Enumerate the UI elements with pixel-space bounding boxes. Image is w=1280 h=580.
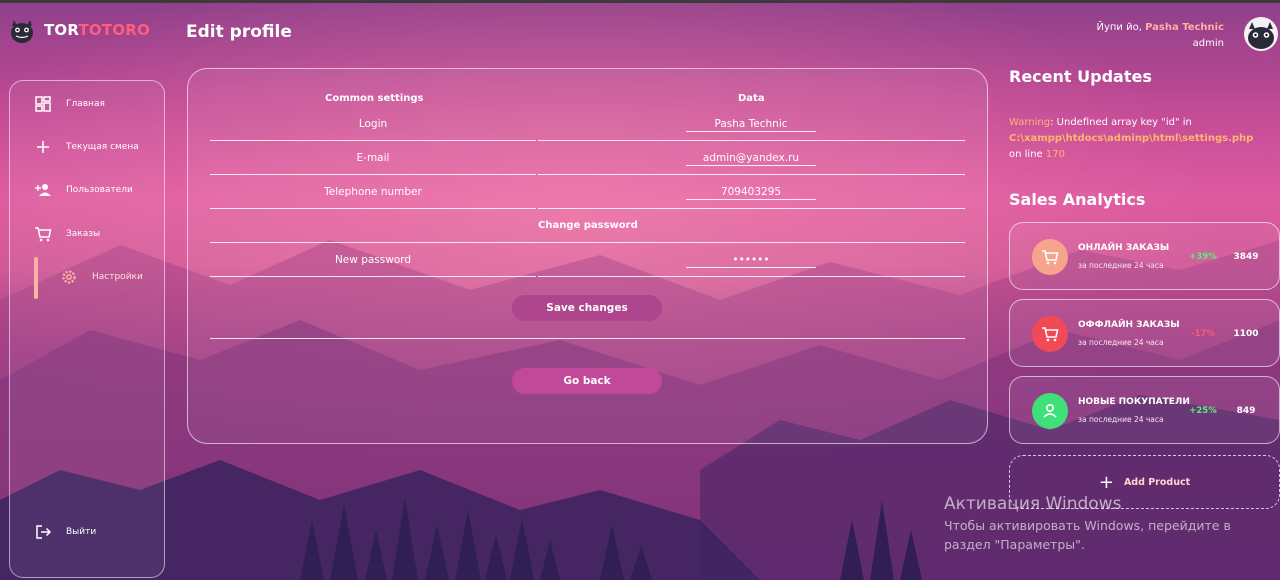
top-border <box>0 0 1280 3</box>
brand-name-part1: TOR <box>44 21 79 39</box>
plus-icon: + <box>1098 471 1114 493</box>
warning-prefix: Warning <box>1009 117 1051 128</box>
stat-value: 849 <box>1236 406 1256 416</box>
column-header-common-settings: Common settings <box>325 93 424 104</box>
column-header-data: Data <box>738 93 765 104</box>
warning-path: C:\xampp\htdocs\adminp\html\settings.php <box>1009 133 1254 144</box>
stat-subtitle: за последние 24 часа <box>1078 261 1164 270</box>
sidebar-item-label: Главная <box>66 99 105 109</box>
email-field[interactable] <box>686 150 816 166</box>
telephone-field[interactable] <box>686 184 816 200</box>
sales-analytics-heading: Sales Analytics <box>1009 190 1146 209</box>
user-info: Йупи йо, Pasha Technic admin <box>1097 20 1225 52</box>
stat-change: +25% <box>1189 406 1217 416</box>
edit-profile-card: Common settings Data Login E-mail Teleph… <box>187 68 988 444</box>
row-divider <box>538 174 965 175</box>
warning-text: : Undefined array key "id" in <box>1050 117 1192 128</box>
row-divider <box>210 338 965 339</box>
watermark-line1: Чтобы активировать Windows, перейдите в <box>944 518 1231 533</box>
login-label: Login <box>358 118 388 130</box>
row-divider <box>210 242 965 243</box>
stat-change: -17% <box>1191 329 1215 339</box>
login-field[interactable] <box>686 116 816 132</box>
stat-icon-badge <box>1032 239 1068 275</box>
sidebar-item-label: Заказы <box>66 229 101 239</box>
stat-title: ОНЛАЙН ЗАКАЗЫ <box>1078 243 1170 253</box>
warning-line-prefix: on line <box>1009 149 1046 160</box>
logout-icon <box>36 525 52 539</box>
cart-icon <box>1042 327 1059 342</box>
row-divider <box>210 276 536 277</box>
avatar[interactable] <box>1244 17 1278 51</box>
totoro-mascot-icon <box>11 20 33 43</box>
stat-value: 1100 <box>1233 329 1259 339</box>
add-product-label: Add Product <box>1123 476 1191 488</box>
cart-icon <box>35 227 52 242</box>
go-back-button[interactable]: Go back <box>512 368 662 394</box>
brand-name-part2: TOTORO <box>78 21 150 39</box>
new-password-field[interactable] <box>686 252 816 268</box>
gear-icon <box>62 270 76 284</box>
sidebar-item-label: Пользователи <box>66 185 133 195</box>
windows-activation-watermark: Активация Windows Чтобы активировать Win… <box>944 494 1231 554</box>
active-indicator <box>34 257 38 299</box>
sidebar-item-settings[interactable]: Настройки <box>60 268 143 286</box>
sidebar-item-home[interactable]: Главная <box>34 95 105 113</box>
row-divider <box>210 208 536 209</box>
stat-value: 3849 <box>1233 252 1259 262</box>
sidebar-item-label: Настройки <box>92 272 143 282</box>
person-add-icon <box>35 184 51 196</box>
stat-title: ОФФЛАЙН ЗАКАЗЫ <box>1078 320 1180 330</box>
stat-subtitle: за последние 24 часа <box>1078 415 1164 424</box>
save-changes-button[interactable]: Save changes <box>512 295 662 321</box>
row-divider <box>210 140 536 141</box>
stat-card-online-orders: ОНЛАЙН ЗАКАЗЫ за последние 24 часа +39% … <box>1009 222 1280 290</box>
brand-name: TORTOTORO <box>44 21 150 39</box>
watermark-line2: раздел "Параметры". <box>944 537 1085 552</box>
greeting-text: Йупи йо, <box>1096 22 1146 33</box>
plus-icon <box>37 141 49 153</box>
stat-subtitle: за последние 24 часа <box>1078 338 1164 347</box>
watermark-title: Активация Windows <box>944 494 1122 514</box>
row-divider <box>538 208 965 209</box>
stat-card-offline-orders: ОФФЛАЙН ЗАКАЗЫ за последние 24 часа -17%… <box>1009 299 1280 367</box>
telephone-label: Telephone number <box>324 186 422 198</box>
sidebar-item-current-shift[interactable]: Текущая смена <box>34 138 139 156</box>
sidebar: Главная Текущая смена Пользователи Заказ… <box>9 80 165 578</box>
user-name: Pasha Technic <box>1145 22 1224 33</box>
stat-title: НОВЫЕ ПОКУПАТЕЛИ <box>1078 397 1190 407</box>
email-label: E-mail <box>356 152 390 164</box>
new-password-label: New password <box>334 254 412 266</box>
brand-logo[interactable]: TORTOTORO <box>8 16 150 44</box>
stat-icon-badge <box>1032 393 1068 429</box>
sidebar-item-users[interactable]: Пользователи <box>34 181 133 199</box>
warning-line-number: 170 <box>1045 149 1065 160</box>
stat-icon-badge <box>1032 316 1068 352</box>
dashboard-icon <box>35 96 51 112</box>
person-icon <box>1043 403 1057 418</box>
sidebar-item-label: Текущая смена <box>66 142 139 152</box>
stat-change: +39% <box>1189 252 1217 262</box>
user-role: admin <box>1192 38 1224 49</box>
row-divider <box>538 276 965 277</box>
page-title: Edit profile <box>186 22 292 42</box>
logout-button[interactable]: Выйти <box>34 523 96 541</box>
recent-updates-heading: Recent Updates <box>1009 67 1152 86</box>
sidebar-item-orders[interactable]: Заказы <box>34 225 100 243</box>
logout-label: Выйти <box>66 527 97 537</box>
cart-icon <box>1042 250 1059 265</box>
stat-card-new-customers: НОВЫЕ ПОКУПАТЕЛИ за последние 24 часа +2… <box>1009 376 1280 444</box>
change-password-heading: Change password <box>538 220 638 231</box>
warning-message: Warning: Undefined array key "id" in C:\… <box>1009 115 1279 163</box>
row-divider <box>210 174 536 175</box>
row-divider <box>538 140 965 141</box>
